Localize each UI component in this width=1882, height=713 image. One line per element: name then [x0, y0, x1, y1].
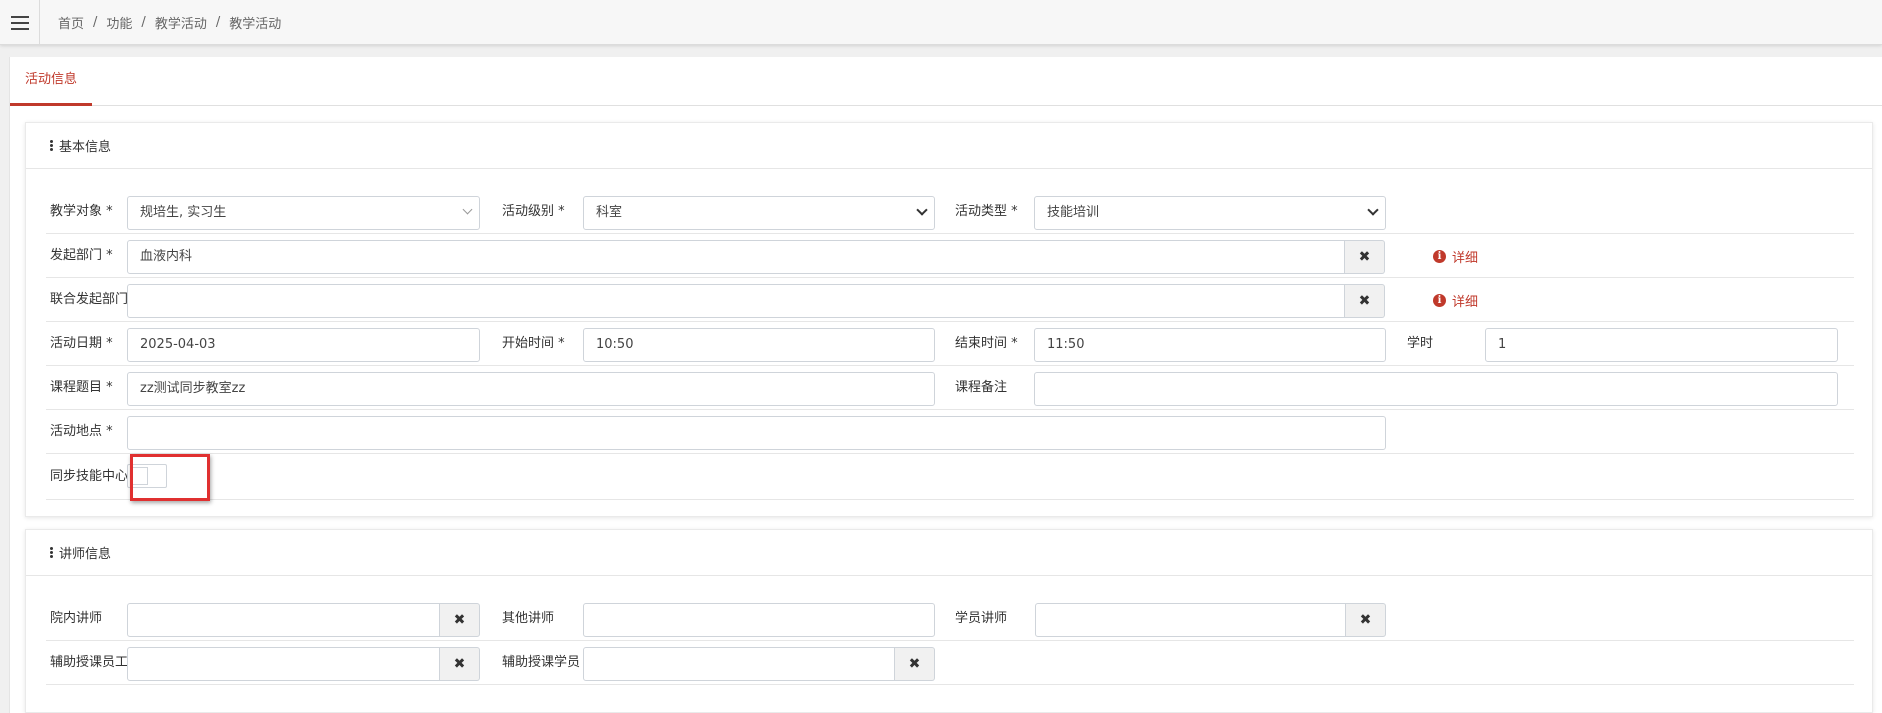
internal-lecturer-input[interactable] — [127, 603, 440, 637]
activity-level-select[interactable]: 科室 — [583, 196, 935, 230]
course-title-input[interactable]: zz测试同步教室zz — [127, 372, 935, 406]
breadcrumb-teaching-activity[interactable]: 教学活动 — [155, 13, 207, 32]
chevron-down-icon — [462, 204, 473, 215]
clear-student-lecturer-button[interactable]: ✖ — [1346, 603, 1386, 637]
credit-hours-value: 1 — [1498, 337, 1507, 352]
joint-dept-input[interactable] — [127, 284, 1345, 318]
teaching-target-value: 规培生, 实习生 — [140, 205, 227, 220]
clear-assist-student-button[interactable]: ✖ — [895, 647, 935, 681]
end-time-label: 结束时间 * — [955, 336, 1018, 351]
assist-student-label: 辅助授课学员 — [502, 655, 581, 670]
internal-lecturer-label: 院内讲师 — [50, 611, 103, 626]
basic-info-card: 基本信息 教学对象 * 规培生, 实习生 活动级别 * 科室 活动类型 * 技能… — [25, 122, 1873, 517]
activity-date-value: 2025-04-03 — [140, 337, 216, 352]
start-time-value: 10:50 — [596, 337, 634, 352]
form-row: 院内讲师 ✖ 其他讲师 学员讲师 ✖ — [46, 597, 1854, 641]
breadcrumb-separator: / — [141, 15, 146, 30]
form-row: 教学对象 * 规培生, 实习生 活动级别 * 科室 活动类型 * 技能培训 — [46, 190, 1854, 234]
assist-student-input[interactable] — [583, 647, 895, 681]
activity-date-label: 活动日期 * — [50, 336, 113, 351]
initiating-dept-label: 发起部门 * — [50, 248, 113, 263]
activity-type-select[interactable]: 技能培训 — [1034, 196, 1386, 230]
form-row: 辅助授课员工 ✖ 辅助授课学员 ✖ — [46, 641, 1854, 685]
detail-label: 详细 — [1452, 294, 1479, 310]
times-icon: ✖ — [453, 612, 466, 628]
joint-dept-detail-link[interactable]: i 详细 — [1433, 278, 1478, 322]
chevron-down-icon — [1367, 204, 1379, 216]
basic-info-header: 基本信息 — [26, 123, 1872, 169]
breadcrumb: 首页 / 功能 / 教学活动 / 教学活动 — [58, 0, 281, 45]
breadcrumb-separator: / — [93, 15, 98, 30]
assist-staff-label: 辅助授课员工 — [50, 655, 129, 670]
lecturer-info-header: 讲师信息 — [26, 530, 1872, 576]
initiating-dept-input[interactable]: 血液内科 — [127, 240, 1345, 274]
location-label: 活动地点 * — [50, 424, 113, 439]
times-icon: ✖ — [908, 656, 921, 672]
menu-toggle-button[interactable] — [0, 0, 40, 45]
activity-type-value: 技能培训 — [1047, 205, 1100, 220]
tab-bar: 活动信息 — [10, 57, 1882, 106]
info-circle-icon: i — [1433, 249, 1446, 263]
activity-type-label: 活动类型 * — [955, 204, 1018, 219]
form-row: 课程题目 * zz测试同步教室zz 课程备注 — [46, 366, 1854, 410]
basic-info-title: 基本信息 — [59, 140, 112, 155]
other-lecturer-label: 其他讲师 — [502, 611, 555, 626]
ellipsis-vertical-icon — [50, 547, 53, 558]
initiating-dept-value: 血液内科 — [140, 249, 193, 264]
assist-staff-input[interactable] — [127, 647, 440, 681]
initiating-dept-detail-link[interactable]: i 详细 — [1433, 234, 1478, 278]
start-time-input[interactable]: 10:50 — [583, 328, 935, 362]
form-row: 活动地点 * — [46, 410, 1854, 454]
page-content: 活动信息 基本信息 教学对象 * 规培生, 实习生 活动级别 * 科室 活动类型… — [9, 57, 1882, 713]
teaching-target-label: 教学对象 * — [50, 204, 113, 219]
course-title-value: zz测试同步教室zz — [140, 381, 246, 396]
course-note-input[interactable] — [1034, 372, 1838, 406]
form-row: 联合发起部门 ✖ i 详细 — [46, 278, 1854, 322]
chevron-down-icon — [916, 204, 928, 216]
form-row: 同步技能中心 — [46, 454, 1854, 500]
ellipsis-vertical-icon — [50, 140, 53, 151]
clear-initiating-dept-button[interactable]: ✖ — [1345, 240, 1385, 274]
top-bar: 首页 / 功能 / 教学活动 / 教学活动 — [0, 0, 1882, 45]
lecturer-info-title: 讲师信息 — [59, 547, 112, 562]
sync-center-label: 同步技能中心 — [50, 469, 129, 484]
teaching-target-select[interactable]: 规培生, 实习生 — [127, 196, 480, 230]
end-time-value: 11:50 — [1047, 337, 1085, 352]
student-lecturer-input[interactable] — [1035, 603, 1346, 637]
sync-center-toggle[interactable] — [127, 464, 167, 488]
end-time-input[interactable]: 11:50 — [1034, 328, 1386, 362]
breadcrumb-home[interactable]: 首页 — [58, 13, 84, 32]
course-title-label: 课程题目 * — [50, 380, 113, 395]
clear-assist-staff-button[interactable]: ✖ — [440, 647, 480, 681]
tab-activity-info[interactable]: 活动信息 — [10, 57, 93, 106]
start-time-label: 开始时间 * — [502, 336, 565, 351]
hamburger-icon — [10, 15, 29, 30]
credit-hours-label: 学时 — [1407, 336, 1434, 351]
activity-date-input[interactable]: 2025-04-03 — [127, 328, 480, 362]
times-icon: ✖ — [1359, 612, 1372, 628]
breadcrumb-current: 教学活动 — [229, 17, 282, 32]
breadcrumb-separator: / — [215, 15, 221, 30]
info-circle-icon: i — [1433, 293, 1446, 307]
breadcrumb-function[interactable]: 功能 — [106, 13, 132, 32]
times-icon: ✖ — [1358, 293, 1371, 309]
clear-joint-dept-button[interactable]: ✖ — [1345, 284, 1385, 318]
clear-internal-lecturer-button[interactable]: ✖ — [440, 603, 480, 637]
form-row: 发起部门 * 血液内科 ✖ i 详细 — [46, 234, 1854, 278]
form-row: 活动日期 * 2025-04-03 开始时间 * 10:50 结束时间 * 11… — [46, 322, 1854, 366]
location-input[interactable] — [127, 416, 1386, 450]
student-lecturer-label: 学员讲师 — [955, 611, 1008, 626]
lecturer-info-card: 讲师信息 院内讲师 ✖ 其他讲师 学员讲师 ✖ 辅助授课员工 ✖ 辅助授课学员 … — [25, 529, 1873, 713]
toggle-knob — [130, 467, 148, 485]
credit-hours-input[interactable]: 1 — [1485, 328, 1838, 362]
activity-level-value: 科室 — [596, 205, 623, 220]
times-icon: ✖ — [453, 656, 466, 672]
detail-label: 详细 — [1452, 250, 1479, 266]
course-note-label: 课程备注 — [955, 380, 1008, 395]
activity-level-label: 活动级别 * — [502, 204, 565, 219]
other-lecturer-input[interactable] — [583, 603, 935, 637]
joint-dept-label: 联合发起部门 — [50, 292, 129, 307]
times-icon: ✖ — [1358, 249, 1371, 265]
